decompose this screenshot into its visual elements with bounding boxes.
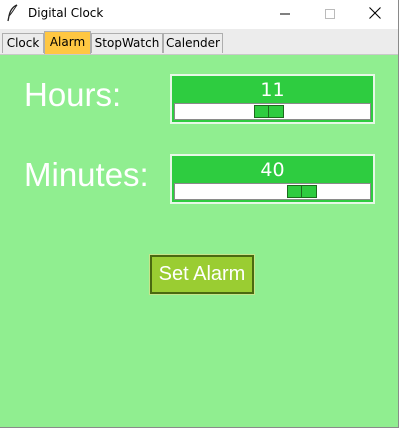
minutes-scale[interactable]: 40	[170, 154, 375, 204]
minutes-slider-handle[interactable]	[287, 185, 317, 198]
feather-icon	[6, 4, 20, 22]
tab-clock[interactable]: Clock	[2, 33, 44, 53]
tab-stopwatch[interactable]: StopWatch	[91, 33, 163, 53]
set-alarm-button[interactable]: Set Alarm	[149, 254, 255, 295]
minutes-label: Minutes:	[24, 156, 149, 193]
tab-bar: Clock Alarm StopWatch Calender	[0, 29, 398, 55]
title-bar[interactable]: Digital Clock	[0, 0, 398, 29]
close-button[interactable]	[352, 0, 398, 29]
hours-scale[interactable]: 11	[170, 74, 375, 124]
minimize-button[interactable]	[262, 0, 308, 29]
hours-value: 11	[260, 79, 285, 101]
minutes-value: 40	[260, 159, 285, 181]
maximize-button[interactable]	[307, 0, 353, 29]
window-title: Digital Clock	[28, 6, 104, 20]
app-window: Digital Clock Clock Alarm StopWatch Cale…	[0, 0, 399, 428]
tab-calender[interactable]: Calender	[163, 33, 223, 53]
hours-trough[interactable]	[174, 103, 371, 120]
maximize-icon	[325, 6, 335, 24]
hours-label: Hours:	[24, 76, 122, 113]
minimize-icon	[280, 6, 290, 24]
tab-alarm[interactable]: Alarm	[44, 31, 91, 54]
minutes-trough[interactable]	[174, 183, 371, 200]
close-icon	[369, 6, 381, 24]
alarm-panel: Hours: 11 Minutes: 40 Set Alarm	[0, 55, 398, 427]
hours-slider-handle[interactable]	[254, 105, 284, 118]
